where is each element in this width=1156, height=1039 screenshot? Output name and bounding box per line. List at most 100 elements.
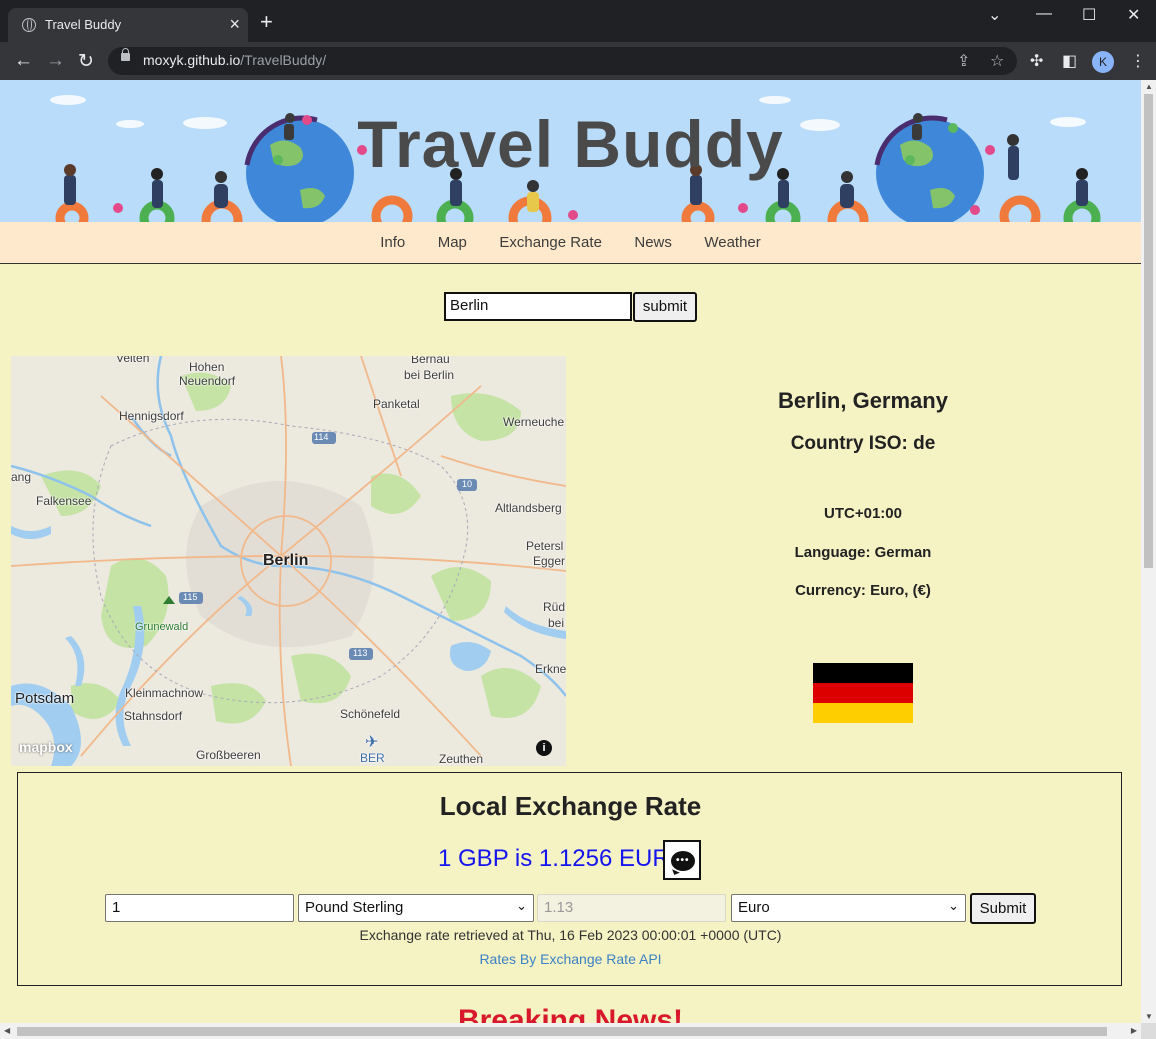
forward-icon[interactable]: → [46, 50, 65, 72]
nav-exchange-rate[interactable]: Exchange Rate [499, 222, 602, 264]
map-label: Werneuche [503, 415, 565, 429]
map-label: bei [548, 616, 565, 630]
from-currency-select[interactable]: Pound Sterling ⌄ [298, 894, 534, 922]
map-label: Rüd [543, 600, 566, 614]
road-shield-label: 114 [314, 432, 329, 442]
map-label: Schönefeld [340, 707, 401, 721]
lock-icon[interactable] [121, 48, 130, 61]
language: Language: German [794, 544, 932, 561]
extensions-icon[interactable]: ✣ [1030, 51, 1043, 71]
vertical-scrollbar[interactable]: ▲ ▼ [1141, 80, 1156, 1023]
map-label: Kleinmachnow [125, 686, 204, 700]
url-field[interactable]: moxyk.github.io/TravelBuddy/ ⇪ ☆ [108, 47, 1017, 75]
flag-stripe [813, 703, 913, 723]
map-label: ang [11, 470, 32, 484]
country-flag [813, 663, 913, 723]
horizontal-scrollbar[interactable]: ◀ ▶ [0, 1023, 1141, 1039]
map-label-berlin: Berlin [263, 552, 309, 569]
road-shield-label: 115 [183, 592, 198, 602]
map-label: Hohen [189, 360, 225, 374]
scroll-down-icon[interactable]: ▼ [1145, 1012, 1153, 1021]
back-icon[interactable]: ← [14, 50, 33, 72]
amount-input[interactable]: 1 [105, 894, 294, 922]
to-currency-value: Euro [738, 899, 770, 916]
city-title: Berlin, Germany [778, 388, 948, 413]
chevron-down-icon: ⌄ [948, 898, 959, 913]
globe-icon [22, 18, 36, 32]
exchange-submit-button[interactable]: Submit [970, 893, 1036, 924]
window-close-icon[interactable]: ✕ [1127, 5, 1140, 25]
browser-tab-bar: Travel Buddy × + ⌄ — ☐ ✕ [0, 0, 1156, 42]
vertical-scroll-thumb[interactable] [1144, 94, 1153, 568]
map-label: Stahnsdorf [124, 709, 183, 723]
map-label: Petersl [526, 539, 564, 553]
close-tab-icon[interactable]: × [229, 14, 240, 35]
map-label: Falkensee [36, 494, 92, 508]
map-label: Altlandsberg [495, 501, 562, 515]
side-panel-icon[interactable]: ◧ [1062, 51, 1077, 71]
utc-offset: UTC+01:00 [824, 505, 902, 522]
nav-weather[interactable]: Weather [704, 222, 760, 264]
map-info-icon[interactable]: i [536, 740, 552, 756]
exchange-rate-text: 1 GBP is 1.1256 EUR [438, 845, 670, 872]
address-bar: ← → ↻ moxyk.github.io/TravelBuddy/ ⇪ ☆ ✣… [0, 42, 1156, 80]
nav-news[interactable]: News [634, 222, 672, 264]
scroll-up-icon[interactable]: ▲ [1145, 82, 1153, 91]
flag-stripe [813, 683, 913, 703]
map-label: Bernau [411, 356, 450, 366]
map-label: Großbeeren [196, 748, 261, 762]
exchange-retrieved-note: Exchange rate retrieved at Thu, 16 Feb 2… [359, 927, 782, 943]
breaking-news-heading: Breaking News! [457, 1004, 684, 1023]
tab-title: Travel Buddy [45, 17, 122, 32]
converted-amount-field: 1.13 [537, 894, 726, 922]
from-currency-value: Pound Sterling [305, 899, 404, 916]
airport-icon: ✈ [365, 734, 379, 751]
profile-avatar[interactable]: K [1092, 51, 1114, 73]
speak-button[interactable]: ••• [663, 840, 701, 880]
scroll-left-icon[interactable]: ◀ [4, 1026, 10, 1035]
city-submit-button[interactable]: submit [633, 292, 697, 322]
tab-search-chevron-icon[interactable]: ⌄ [988, 5, 1001, 25]
map-label: Egger [533, 554, 566, 568]
map-label: Neuendorf [179, 374, 236, 388]
city-search-input[interactable]: Berlin [444, 292, 632, 321]
map-label: Grunewald [135, 621, 189, 633]
browser-menu-icon[interactable]: ⋮ [1130, 51, 1146, 71]
to-currency-select[interactable]: Euro ⌄ [731, 894, 966, 922]
city-map[interactable]: Velten Hohen Neuendorf Bernau bei Berlin… [11, 356, 566, 766]
road-shield-label: 10 [462, 479, 473, 489]
browser-tab[interactable]: Travel Buddy × [8, 8, 248, 42]
exchange-title: Local Exchange Rate [439, 791, 702, 821]
map-label: Erkne [535, 662, 566, 676]
exchange-rate-section: Local Exchange Rate 1 GBP is 1.1256 EUR … [17, 772, 1122, 986]
bookmark-star-icon[interactable]: ☆ [990, 51, 1004, 71]
map-label: Panketal [373, 397, 420, 411]
exchange-api-link[interactable]: Rates By Exchange Rate API [18, 951, 1123, 967]
map-label: BER [360, 751, 385, 765]
reload-icon[interactable]: ↻ [78, 50, 94, 73]
nav-map[interactable]: Map [438, 222, 467, 264]
map-label: Velten [116, 356, 150, 365]
mapbox-logo[interactable]: mapbox [19, 739, 73, 755]
map-label: Zeuthen [439, 752, 484, 766]
url-path: /TravelBuddy/ [240, 52, 327, 68]
header-banner: Travel Buddy [0, 80, 1141, 222]
map-label: Hennigsdorf [119, 409, 184, 423]
flag-stripe [813, 663, 913, 683]
country-iso: Country ISO: de [790, 433, 936, 454]
share-icon[interactable]: ⇪ [957, 51, 970, 71]
scroll-right-icon[interactable]: ▶ [1131, 1026, 1137, 1035]
new-tab-icon[interactable]: + [260, 9, 273, 35]
main-nav: Info Map Exchange Rate News Weather [0, 222, 1141, 264]
minimize-icon[interactable]: — [1036, 5, 1052, 23]
chevron-down-icon: ⌄ [516, 898, 527, 913]
scrollbar-corner [1141, 1023, 1156, 1039]
site-title: Travel Buddy [357, 107, 784, 181]
nav-info[interactable]: Info [380, 222, 405, 264]
maximize-icon[interactable]: ☐ [1082, 5, 1096, 25]
page-viewport: Travel Buddy Info Map Exchange Rate News… [0, 80, 1141, 1023]
horizontal-scroll-thumb[interactable] [17, 1027, 1107, 1036]
map-label-potsdam: Potsdam [15, 690, 75, 707]
road-shield-label: 113 [353, 648, 368, 658]
url-host: moxyk.github.io [143, 52, 241, 68]
